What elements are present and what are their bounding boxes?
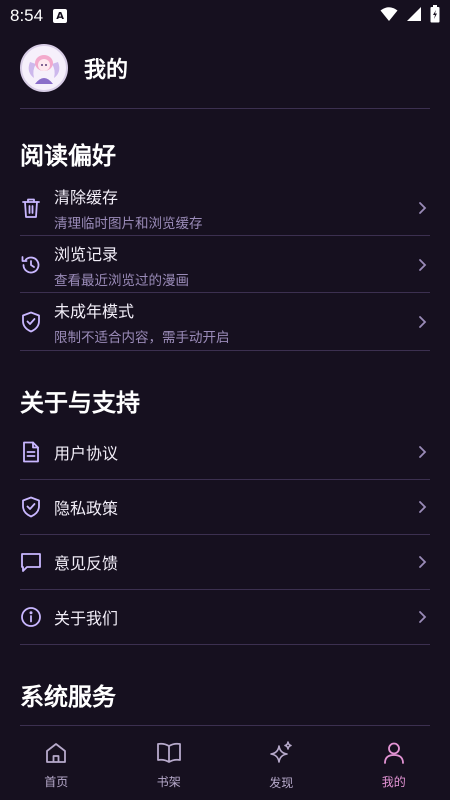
section-title-about: 关于与支持: [20, 389, 140, 417]
bottom-tab-bar: 首页 书架 发现 我的: [0, 730, 450, 800]
info-icon: [20, 606, 42, 628]
trash-icon: [20, 197, 42, 219]
home-icon: [44, 741, 68, 768]
menu-item-privacy-policy[interactable]: 隐私政策: [20, 480, 430, 535]
menu-item-user-agreement[interactable]: 用户协议: [20, 425, 430, 480]
menu-item-browse-history[interactable]: 浏览记录 查看最近浏览过的漫画: [20, 237, 430, 293]
menu-item-label: 浏览记录: [54, 244, 119, 264]
menu-item-description: 清理临时图片和浏览缓存: [54, 215, 203, 232]
signal-icon: [406, 6, 422, 27]
menu-item-label: 用户协议: [54, 444, 119, 463]
sparkles-icon: [268, 740, 294, 769]
chevron-right-icon: [414, 200, 430, 216]
shield-check-icon: [20, 311, 42, 333]
menu-item-minor-mode[interactable]: 未成年模式 限制不适合内容，需手动开启: [20, 294, 430, 351]
menu-item-label: 清除缓存: [54, 187, 119, 207]
menu-item-clear-cache[interactable]: 清除缓存 清理临时图片和浏览缓存: [20, 180, 430, 236]
menu-item-label: 隐私政策: [54, 499, 119, 518]
divider: [20, 725, 430, 726]
wifi-icon: [380, 6, 398, 27]
tab-mine[interactable]: 我的: [338, 730, 450, 800]
tab-home[interactable]: 首页: [0, 730, 113, 800]
section-title-system: 系统服务: [20, 683, 116, 711]
tab-label: 发现: [269, 775, 294, 790]
menu-item-about-us[interactable]: 关于我们: [20, 590, 430, 645]
message-icon: [20, 551, 42, 573]
chevron-right-icon: [414, 257, 430, 273]
history-icon: [20, 254, 42, 276]
chevron-right-icon: [414, 444, 430, 460]
section-title-reading: 阅读偏好: [20, 142, 116, 170]
chevron-right-icon: [414, 499, 430, 515]
tab-bookshelf[interactable]: 书架: [113, 730, 226, 800]
menu-item-description: 限制不适合内容，需手动开启: [54, 330, 230, 346]
divider: [20, 108, 430, 109]
tab-discover[interactable]: 发现: [225, 730, 338, 800]
tab-label: 书架: [156, 774, 181, 789]
menu-item-feedback[interactable]: 意见反馈: [20, 535, 430, 590]
shield-check-icon: [20, 496, 42, 518]
avatar[interactable]: [20, 44, 68, 92]
battery-icon: [430, 4, 440, 28]
page-title: 我的: [84, 58, 129, 83]
status-time: 8:54: [10, 6, 44, 25]
chevron-right-icon: [414, 609, 430, 625]
chevron-right-icon: [414, 314, 430, 330]
menu-item-label: 未成年模式: [54, 302, 135, 321]
user-icon: [382, 741, 406, 768]
status-bar: 8:54 A: [0, 0, 450, 32]
tab-label: 首页: [44, 774, 69, 789]
book-icon: [156, 741, 182, 768]
profile-header[interactable]: 我的: [20, 44, 128, 92]
menu-item-label: 关于我们: [54, 609, 119, 628]
menu-item-label: 意见反馈: [54, 554, 119, 573]
menu-item-description: 查看最近浏览过的漫画: [54, 272, 189, 289]
notification-icon: A: [53, 9, 68, 23]
chevron-right-icon: [414, 554, 430, 570]
document-icon: [20, 441, 42, 463]
tab-label: 我的: [381, 774, 406, 789]
